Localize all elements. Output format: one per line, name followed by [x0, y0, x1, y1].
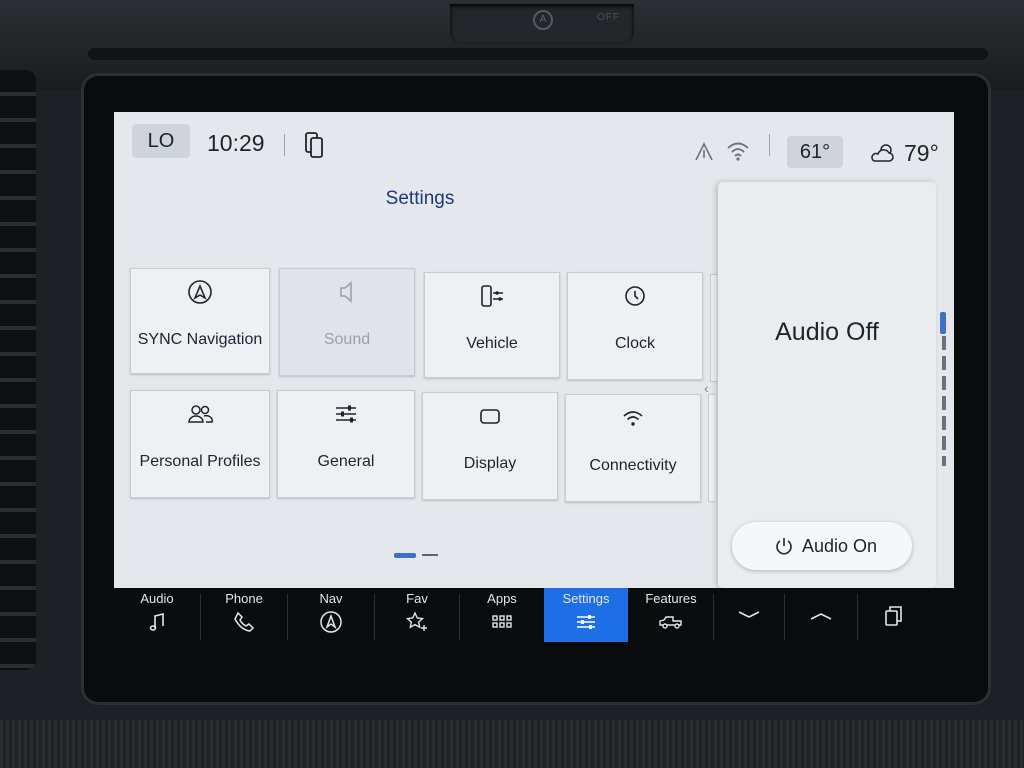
power-icon: [776, 538, 792, 555]
navigation-arrow-icon: [695, 142, 713, 161]
tile-label: Clock: [614, 335, 655, 352]
scrollbar-track[interactable]: [942, 316, 946, 466]
dashboard-shelf: [88, 48, 988, 60]
tile-vehicle[interactable]: Vehicle: [424, 272, 560, 378]
nav-nav[interactable]: Nav: [288, 588, 374, 642]
vehicle-settings-icon: [481, 285, 503, 307]
page-dot[interactable]: [422, 554, 438, 556]
nav-apps[interactable]: Apps: [460, 588, 544, 642]
navigation-icon: [188, 280, 212, 304]
climate-lo-button[interactable]: LO: [132, 124, 190, 158]
wifi-icon: [727, 142, 749, 161]
star-add-icon: [405, 611, 427, 631]
auto-start-stop-off-label: OFF: [597, 12, 620, 23]
nav-label: Features: [645, 591, 697, 606]
profiles-icon: [188, 405, 213, 423]
chevron-down-icon[interactable]: [737, 604, 761, 628]
status-divider: [769, 134, 770, 156]
phone-projection-icon[interactable]: [304, 132, 324, 158]
music-note-icon: [149, 612, 164, 631]
next-tile-edge: [708, 394, 715, 502]
air-vent: [0, 70, 36, 670]
outside-temperature: 79°: [904, 140, 939, 166]
nav-settings[interactable]: Settings: [544, 588, 628, 642]
tile-label: Personal Profiles: [139, 453, 261, 470]
nav-audio[interactable]: Audio: [114, 588, 200, 642]
scrollbar-thumb[interactable]: [940, 312, 946, 334]
sliders-icon: [577, 615, 595, 629]
partly-cloudy-icon: [871, 144, 894, 162]
clock-icon: [625, 286, 645, 306]
page-dot-active: [394, 553, 416, 558]
auto-start-stop-icon[interactable]: A: [533, 10, 553, 30]
cabin-temperature[interactable]: 61°: [787, 136, 843, 168]
nav-fav[interactable]: Fav: [375, 588, 459, 642]
tile-display[interactable]: Display: [422, 392, 558, 500]
bottom-nav-bar: Audio Phone Nav Fav Apps Settings Featur…: [114, 588, 954, 644]
nav-label: Settings: [562, 591, 610, 606]
tile-general[interactable]: General: [277, 390, 415, 498]
nav-label: Phone: [225, 591, 263, 606]
tile-sync-navigation[interactable]: SYNC Navigation: [130, 268, 270, 374]
nav-label: Audio: [140, 591, 174, 606]
clock-time: 10:29: [207, 130, 265, 156]
chevron-up-icon[interactable]: [809, 604, 833, 628]
speaker-icon: [340, 281, 352, 303]
tile-label: Connectivity: [589, 457, 677, 474]
chevron-left-icon: ‹: [704, 380, 709, 396]
phone-icon: [234, 611, 255, 632]
tile-personal-profiles[interactable]: Personal Profiles: [130, 390, 270, 498]
audio-status: Audio Off: [775, 318, 879, 346]
display-icon: [480, 409, 500, 424]
tile-label: Sound: [323, 331, 371, 348]
infotainment-screen: LO 10:29 61° 79° Settings SYNC Navigatio…: [114, 112, 954, 588]
tile-label: General: [317, 453, 375, 470]
nav-label: Nav: [319, 591, 343, 606]
tile-sound[interactable]: Sound: [279, 268, 415, 376]
next-tile-edge: [710, 274, 717, 382]
tile-clock[interactable]: Clock: [567, 272, 703, 380]
audio-panel: Audio Off Audio On: [718, 182, 936, 588]
wifi-icon: [623, 411, 643, 426]
nav-label: Fav: [406, 591, 428, 606]
status-divider: [284, 134, 285, 156]
navigation-icon: [320, 611, 342, 633]
tile-label: Display: [463, 455, 517, 472]
status-bar: LO 10:29 61° 79°: [114, 112, 954, 180]
truck-icon: [659, 616, 682, 629]
apps-grid-icon: [492, 615, 512, 628]
nav-phone[interactable]: Phone: [201, 588, 287, 642]
dashboard-bottom: [0, 720, 1024, 768]
page-indicator: [394, 552, 444, 558]
nav-label: Apps: [487, 591, 517, 606]
tile-label: SYNC Navigation: [137, 331, 263, 348]
nav-features[interactable]: Features: [629, 588, 713, 642]
nav-divider: [857, 594, 858, 640]
tile-label: Vehicle: [466, 335, 518, 352]
nav-divider: [784, 594, 785, 640]
page-title: Settings: [385, 188, 455, 209]
tile-connectivity[interactable]: Connectivity: [565, 394, 701, 502]
audio-on-button[interactable]: Audio On: [732, 522, 912, 570]
multitask-icon[interactable]: [881, 604, 905, 628]
sliders-icon: [336, 405, 356, 423]
audio-on-label: Audio On: [802, 536, 878, 556]
nav-divider: [713, 594, 714, 640]
